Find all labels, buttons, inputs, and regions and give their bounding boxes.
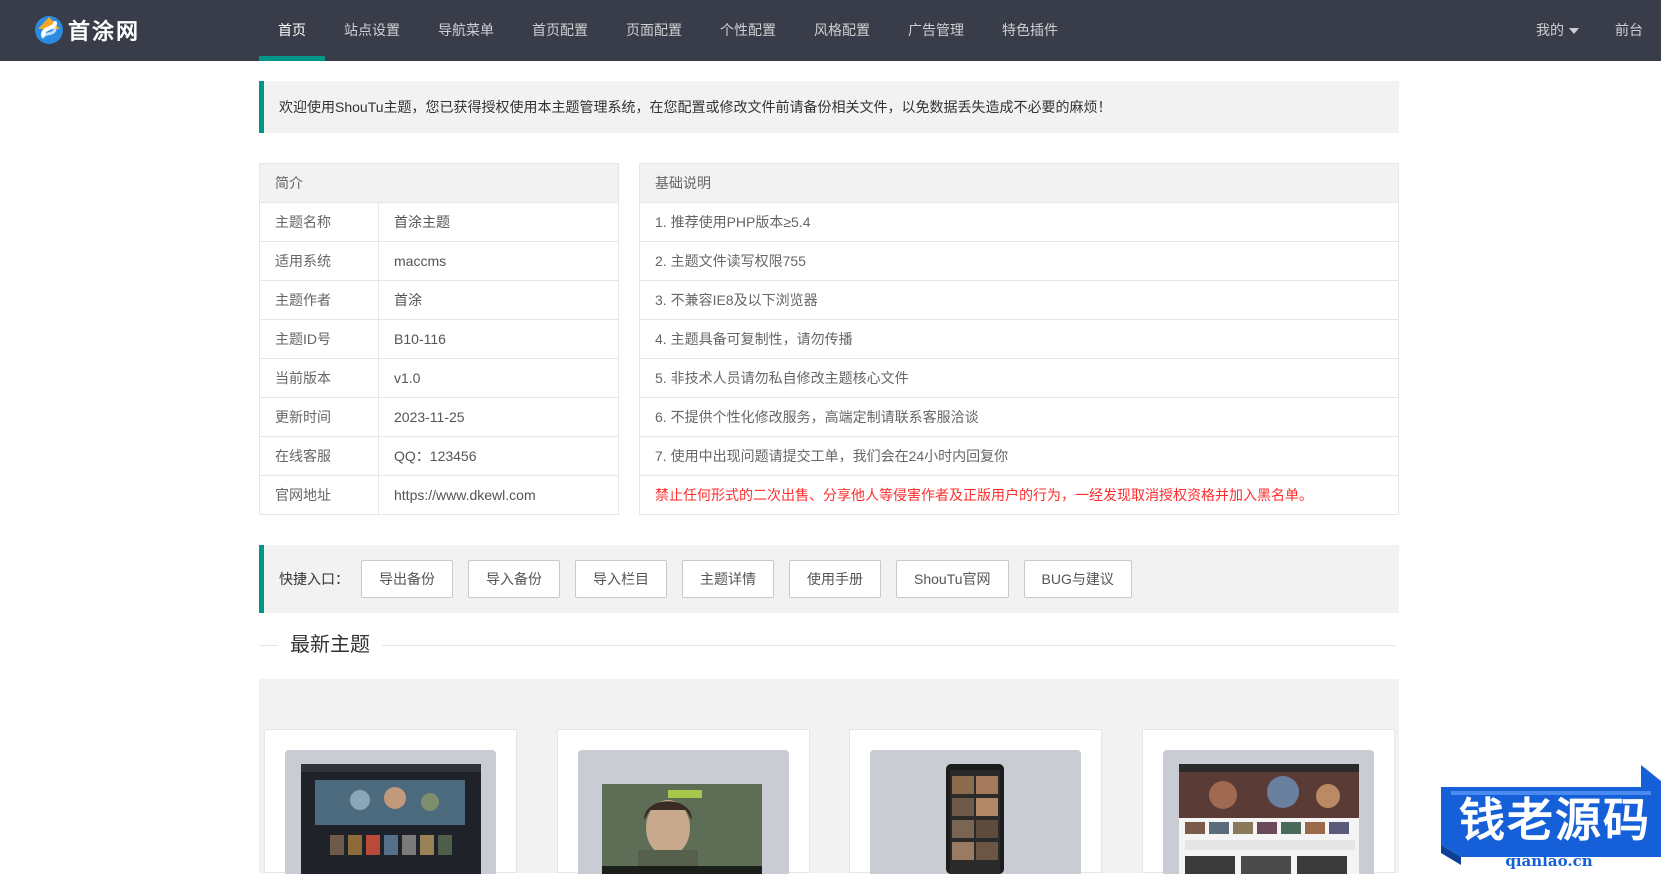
latest-themes-title: 最新主题 [278, 632, 382, 658]
watermark-domain: qianlao.cn [1505, 852, 1593, 870]
official-site-button[interactable]: ShouTu官网 [896, 560, 1009, 598]
row-value: maccms [394, 253, 447, 269]
section-divider [259, 645, 1395, 646]
main-nav: 首页 站点设置 导航菜单 首页配置 页面配置 个性配置 风格配置 广告管理 特色… [259, 0, 1077, 61]
top-navbar: 首涂网 首页 站点设置 导航菜单 首页配置 页面配置 个性配置 风格配置 广告管… [0, 0, 1661, 61]
row-value: 首涂主题 [394, 214, 450, 230]
table-row: 更新时间 2023-11-25 [260, 398, 618, 437]
table-row: 主题作者 首涂 [260, 281, 618, 320]
theme-thumbnail[interactable] [285, 750, 496, 874]
nav-page-config[interactable]: 页面配置 [607, 0, 701, 61]
basics-panel: 基础说明 1. 推荐使用PHP版本≥5.4 2. 主题文件读写权限755 3. … [639, 163, 1399, 515]
nav-style-config[interactable]: 风格配置 [795, 0, 889, 61]
theme-card[interactable] [849, 729, 1102, 874]
table-row: 适用系统 maccms [260, 242, 618, 281]
row-key: 当前版本 [260, 359, 379, 397]
list-item: 6. 不提供个性化修改服务，高端定制请联系客服洽谈 [640, 398, 1398, 437]
basics-title: 基础说明 [640, 164, 1398, 203]
row-key: 主题作者 [260, 281, 379, 319]
watermark: 钱老源码 qianlao.cn [1437, 765, 1661, 873]
theme-thumbnail[interactable] [870, 750, 1081, 874]
row-value: 2023-11-25 [394, 409, 465, 425]
quick-entry-bar: 快捷入口： 导出备份 导入备份 导入栏目 主题详情 使用手册 ShouTu官网 … [259, 545, 1399, 613]
row-key: 主题名称 [260, 203, 379, 241]
theme-thumbnail[interactable] [1163, 750, 1374, 874]
theme-card[interactable] [557, 729, 810, 874]
row-value: QQ：123456 [394, 448, 477, 464]
row-key: 更新时间 [260, 398, 379, 436]
user-manual-button[interactable]: 使用手册 [789, 560, 881, 598]
list-item: 2. 主题文件读写权限755 [640, 242, 1398, 281]
list-item: 4. 主题具备可复制性，请勿传播 [640, 320, 1398, 359]
theme-preview-image [301, 764, 481, 874]
intro-panel: 简介 主题名称 首涂主题 适用系统 maccms 主题作者 首涂 主题ID号 B10-1… [259, 163, 619, 515]
table-row: 主题名称 首涂主题 [260, 203, 618, 242]
theme-preview-image [602, 784, 762, 874]
import-columns-button[interactable]: 导入栏目 [575, 560, 667, 598]
license-warning: 禁止任何形式的二次出售、分享他人等侵害作者及正版用户的行为，一经发现取消授权资格… [655, 487, 1313, 503]
row-value: v1.0 [394, 370, 421, 386]
nav-custom-config[interactable]: 个性配置 [701, 0, 795, 61]
export-backup-button[interactable]: 导出备份 [361, 560, 453, 598]
theme-card[interactable] [264, 729, 517, 874]
table-row: 当前版本 v1.0 [260, 359, 618, 398]
table-row: 主题ID号 B10-116 [260, 320, 618, 359]
row-value: https://www.dkewl.com [394, 487, 536, 503]
nav-home-config[interactable]: 首页配置 [513, 0, 607, 61]
bug-report-button[interactable]: BUG与建议 [1023, 560, 1132, 598]
frontend-link[interactable]: 前台 [1597, 0, 1661, 61]
nav-menu[interactable]: 导航菜单 [419, 0, 513, 61]
intro-title: 简介 [260, 164, 618, 203]
list-item: 1. 推荐使用PHP版本≥5.4 [640, 203, 1398, 242]
nav-plugins[interactable]: 特色插件 [983, 0, 1077, 61]
row-key: 主题ID号 [260, 320, 379, 358]
brand-name: 首涂网 [68, 19, 141, 45]
list-item: 3. 不兼容IE8及以下浏览器 [640, 281, 1398, 320]
theme-card[interactable] [1142, 729, 1395, 874]
list-item: 7. 使用中出现问题请提交工单，我们会在24小时内回复你 [640, 437, 1398, 476]
row-value: 首涂 [394, 292, 422, 308]
nav-home[interactable]: 首页 [259, 0, 325, 61]
theme-preview-image [1179, 764, 1359, 874]
row-key: 官网地址 [260, 476, 379, 515]
import-backup-button[interactable]: 导入备份 [468, 560, 560, 598]
nav-ads[interactable]: 广告管理 [889, 0, 983, 61]
watermark-text: 钱老源码 [1459, 793, 1651, 847]
welcome-notice: 欢迎使用ShouTu主题，您已获得授权使用本主题管理系统，在您配置或修改文件前请… [259, 81, 1399, 133]
theme-details-button[interactable]: 主题详情 [682, 560, 774, 598]
user-menu[interactable]: 我的 [1518, 0, 1597, 61]
nav-site-settings[interactable]: 站点设置 [325, 0, 419, 61]
row-value: B10-116 [394, 331, 446, 347]
theme-thumbnail[interactable] [578, 750, 789, 874]
list-item: 5. 非技术人员请勿私自修改主题核心文件 [640, 359, 1398, 398]
logo-icon [35, 16, 63, 44]
brand-logo[interactable]: 首涂网 [34, 14, 140, 46]
table-row: 在线客服 QQ：123456 [260, 437, 618, 476]
nav-right: 我的 前台 [1518, 0, 1661, 61]
quick-entry-label: 快捷入口： [279, 571, 349, 587]
row-key: 在线客服 [260, 437, 379, 475]
user-menu-label: 我的 [1536, 22, 1564, 38]
caret-down-icon [1569, 28, 1579, 35]
row-key: 适用系统 [260, 242, 379, 280]
theme-preview-image [946, 764, 1004, 874]
table-row: 官网地址 https://www.dkewl.com [260, 476, 618, 515]
